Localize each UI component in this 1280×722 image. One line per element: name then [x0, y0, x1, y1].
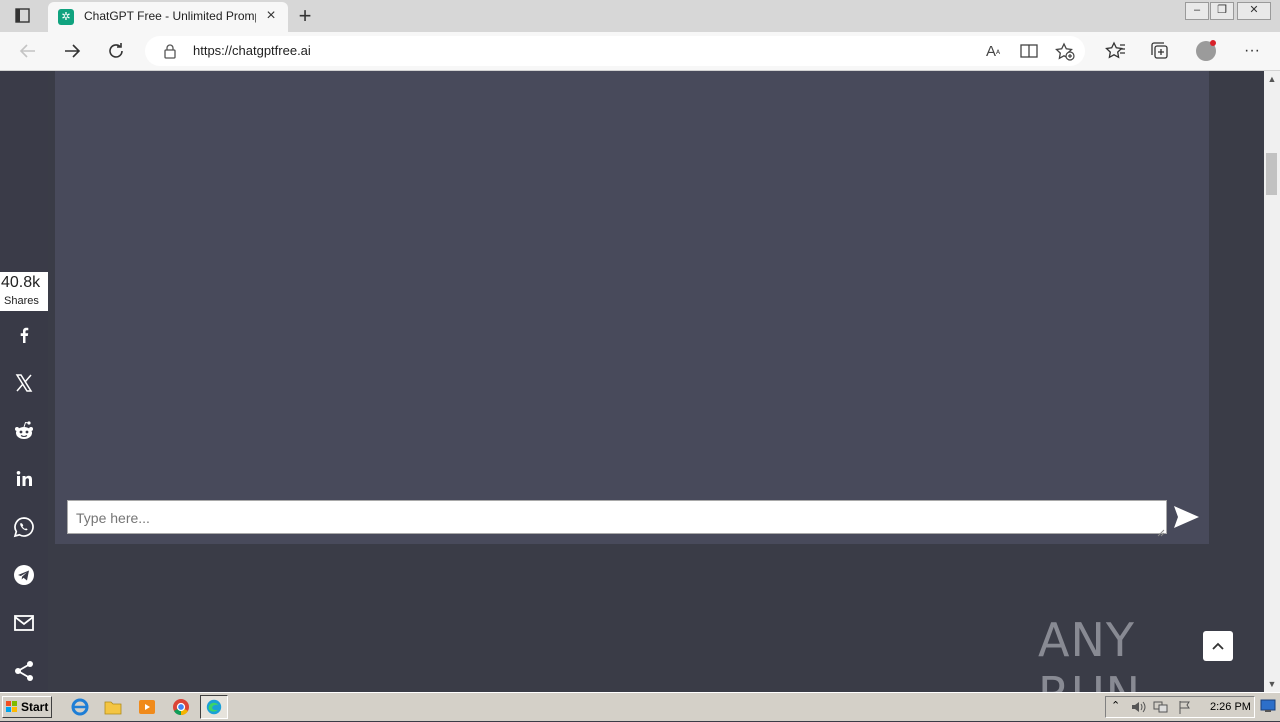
- telegram-share-button[interactable]: [0, 551, 48, 599]
- web-page: Type here... 40.8k Shares ANY R: [0, 71, 1264, 692]
- chatgpt-favicon-icon: ✲: [58, 9, 74, 25]
- collections-icon[interactable]: [1148, 40, 1172, 62]
- edge-taskbar-button[interactable]: [200, 695, 228, 719]
- linkedin-icon: [16, 471, 32, 486]
- browser-tab[interactable]: ✲ ChatGPT Free - Unlimited Promp ×: [48, 2, 288, 32]
- show-hidden-icons-icon[interactable]: ⌃: [1111, 699, 1120, 712]
- left-strip: [0, 71, 48, 272]
- profile-avatar[interactable]: [1196, 40, 1216, 61]
- window-close-button[interactable]: ✕: [1237, 2, 1271, 20]
- back-button[interactable]: [15, 39, 41, 63]
- internet-explorer-icon[interactable]: [70, 697, 90, 717]
- resize-grip-icon[interactable]: [1157, 524, 1165, 537]
- read-aloud-icon[interactable]: Aᴬ: [982, 42, 1004, 62]
- file-explorer-icon[interactable]: [103, 697, 123, 717]
- scroll-down-arrow-icon[interactable]: ▼: [1264, 676, 1280, 692]
- facebook-share-button[interactable]: [0, 311, 48, 359]
- reddit-icon: [15, 421, 33, 439]
- chrome-icon[interactable]: [171, 697, 191, 717]
- scroll-thumb[interactable]: [1266, 153, 1277, 195]
- windows-logo-icon: [6, 701, 17, 712]
- windows-taskbar: Start ⌃ 2:26 PM: [0, 692, 1280, 721]
- vertical-scrollbar[interactable]: ▲ ▼: [1264, 71, 1280, 692]
- email-icon: [14, 615, 34, 631]
- whatsapp-icon: [13, 517, 34, 538]
- address-bar[interactable]: https://chatgptfree.ai Aᴬ: [145, 36, 1085, 66]
- show-desktop-icon[interactable]: [1260, 699, 1276, 713]
- add-favorite-icon[interactable]: [1054, 42, 1076, 62]
- share-counter: 40.8k Shares: [0, 272, 48, 311]
- action-center-flag-icon[interactable]: [1178, 700, 1192, 719]
- send-button[interactable]: [1171, 502, 1201, 532]
- telegram-icon: [14, 565, 34, 585]
- chevron-up-icon: [1212, 642, 1224, 650]
- whatsapp-share-button[interactable]: [0, 503, 48, 551]
- start-label: Start: [21, 700, 49, 714]
- reddit-share-button[interactable]: [0, 407, 48, 455]
- url-text[interactable]: https://chatgptfree.ai: [193, 43, 311, 59]
- start-button[interactable]: Start: [2, 696, 52, 718]
- immersive-reader-icon[interactable]: [1018, 42, 1040, 62]
- forward-button[interactable]: [59, 39, 85, 63]
- minimize-button[interactable]: –: [1185, 2, 1209, 20]
- notification-dot: [1210, 40, 1216, 46]
- favorites-icon[interactable]: [1104, 40, 1128, 62]
- more-share-button[interactable]: [0, 647, 48, 692]
- browser-toolbar: https://chatgptfree.ai Aᴬ ···: [0, 32, 1280, 71]
- x-share-button[interactable]: [0, 359, 48, 407]
- scroll-up-arrow-icon[interactable]: ▲: [1264, 71, 1280, 87]
- x-icon: [15, 374, 33, 392]
- new-tab-button[interactable]: +: [292, 4, 318, 28]
- chat-input-placeholder: Type here...: [76, 510, 150, 526]
- media-player-icon[interactable]: [137, 697, 157, 717]
- more-options-icon[interactable]: ···: [1240, 40, 1264, 62]
- linkedin-share-button[interactable]: [0, 455, 48, 503]
- network-icon[interactable]: [1153, 700, 1169, 719]
- tab-title: ChatGPT Free - Unlimited Promp: [84, 9, 256, 23]
- chat-input[interactable]: Type here...: [67, 500, 1167, 537]
- chat-panel: Type here...: [55, 71, 1209, 544]
- clock[interactable]: 2:26 PM: [1210, 701, 1251, 713]
- share-count: 40.8k: [1, 274, 41, 291]
- volume-icon[interactable]: [1130, 700, 1146, 719]
- tab-close-icon[interactable]: ×: [262, 7, 280, 25]
- scroll-to-top-button[interactable]: [1203, 631, 1233, 661]
- email-share-button[interactable]: [0, 599, 48, 647]
- restore-button[interactable]: ❐: [1210, 2, 1234, 20]
- lock-icon[interactable]: [163, 43, 177, 59]
- edge-icon: [206, 699, 222, 715]
- tab-actions-icon[interactable]: [12, 6, 34, 26]
- refresh-button[interactable]: [103, 39, 129, 63]
- facebook-icon: [20, 327, 29, 343]
- tab-bar: ✲ ChatGPT Free - Unlimited Promp × + – ❐…: [0, 0, 1280, 32]
- system-tray: ⌃ 2:26 PM: [1105, 696, 1255, 718]
- share-label: Shares: [4, 295, 39, 307]
- share-icon: [15, 661, 33, 681]
